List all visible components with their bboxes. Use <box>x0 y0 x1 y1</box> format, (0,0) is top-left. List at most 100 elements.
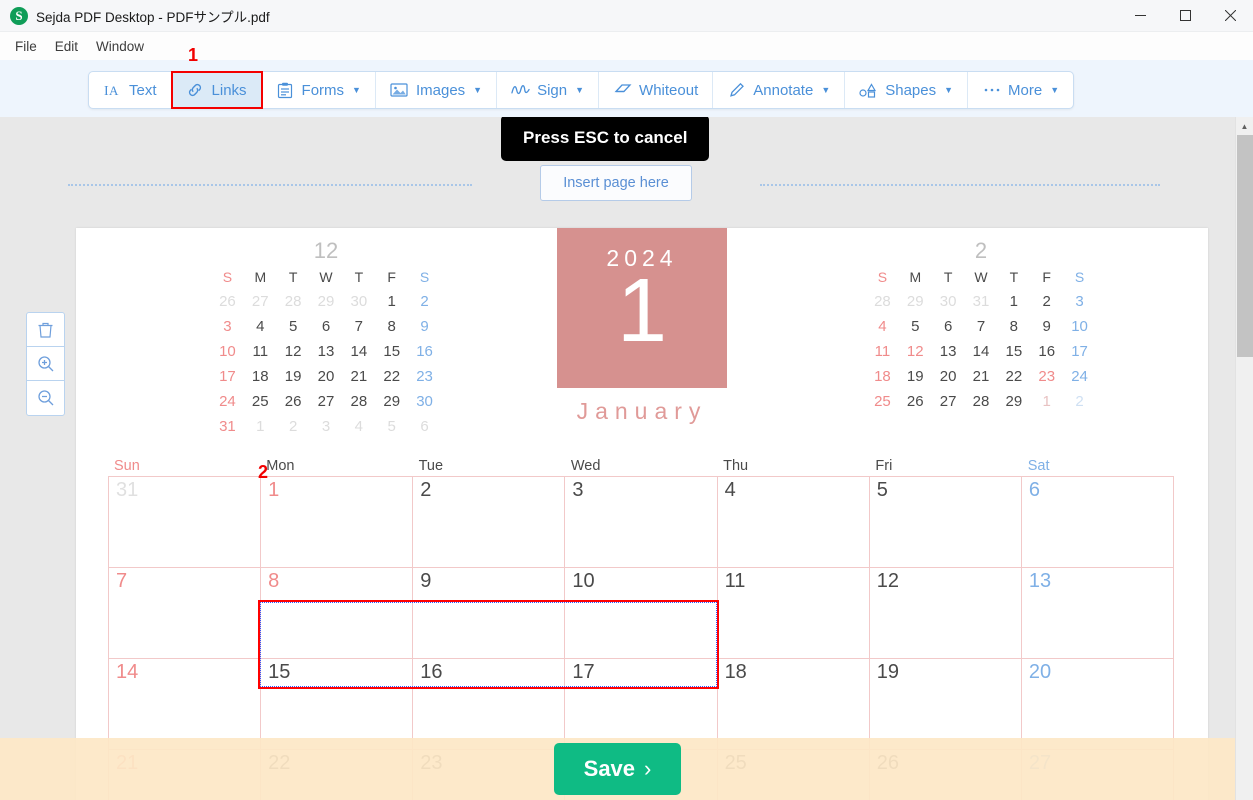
signature-icon <box>511 81 530 100</box>
mini-day-cell: 26 <box>284 393 302 410</box>
mini-day-cell: 2 <box>1075 393 1084 410</box>
mini-day-cell: 20 <box>317 368 335 385</box>
tool-more-label: More <box>1008 81 1043 99</box>
mini-day-cell: 27 <box>317 393 335 410</box>
mini-day-cell: 3 <box>1075 293 1084 310</box>
calendar-date-cell[interactable]: 14 <box>109 659 262 750</box>
tool-text-label: Text <box>129 81 157 99</box>
calendar-date-cell[interactable]: 31 <box>109 477 262 568</box>
mini-calendar-december: 12 S M T W T F S 26 27 28 29 30 1 2 3 4 5 6 7 8 9 10 11 12 13 14 1… <box>211 238 441 435</box>
mini-calendar-next-grid: S M T W T F S 28 29 30 31 1 2 3 4 5 6 7 8 9 10 11 12 13 14 15 16 17… <box>866 269 1096 410</box>
calendar-date-cell[interactable]: 19 <box>869 659 1022 750</box>
pdf-page-canvas[interactable]: 12 S M T W T F S 26 27 28 29 30 1 2 3 4 5 6 7 8 9 10 11 12 13 14 1… <box>76 228 1208 800</box>
calendar-date-cell[interactable]: 11 <box>717 568 870 659</box>
month-name-label: January <box>576 398 708 424</box>
calendar-date-cell[interactable]: 7 <box>109 568 262 659</box>
minimize-icon[interactable] <box>1118 0 1163 32</box>
calendar-date-cell[interactable]: 5 <box>869 477 1022 568</box>
maximize-icon[interactable] <box>1163 0 1208 32</box>
calendar-date-cell[interactable]: 6 <box>1021 477 1174 568</box>
close-icon[interactable] <box>1208 0 1253 32</box>
calendar-date-cell[interactable]: 18 <box>717 659 870 750</box>
tool-links[interactable]: Links <box>170 71 263 109</box>
mini-day-cell: 4 <box>878 318 887 335</box>
mini-day-cell: 24 <box>219 393 236 410</box>
mini-day-header: F <box>1042 269 1051 285</box>
menu-file[interactable]: File <box>6 36 46 57</box>
window-controls <box>1118 0 1253 32</box>
mini-day-cell: 12 <box>284 343 302 360</box>
mini-day-cell: 30 <box>350 293 368 310</box>
link-selection-rectangle[interactable] <box>258 600 719 689</box>
window-title: Sejda PDF Desktop - PDFサンプル.pdf <box>36 9 270 25</box>
delete-page-button[interactable] <box>27 313 64 347</box>
mini-day-cell: 29 <box>906 293 924 310</box>
title-bar: S Sejda PDF Desktop - PDFサンプル.pdf <box>0 0 1253 32</box>
calendar-date-cell[interactable]: 12 <box>869 568 1022 659</box>
mini-day-cell: 18 <box>874 368 891 385</box>
tool-forms[interactable]: Forms ▼ <box>262 72 376 108</box>
mini-day-header: M <box>254 269 267 285</box>
insert-page-here-button[interactable]: Insert page here <box>540 165 692 201</box>
save-button[interactable]: Save › <box>553 743 682 795</box>
scroll-up-arrow-icon[interactable]: ▲ <box>1236 117 1253 135</box>
mini-day-cell: 30 <box>939 293 957 310</box>
calendar-date-cell[interactable]: 1 <box>261 477 414 568</box>
tool-text[interactable]: IA Text <box>89 72 172 108</box>
mini-day-cell: 16 <box>416 343 433 360</box>
mini-day-cell: 1 <box>387 293 396 310</box>
mini-day-cell: 8 <box>387 318 396 335</box>
mini-day-header: W <box>319 269 333 285</box>
mini-day-cell: 2 <box>288 418 298 435</box>
menu-edit[interactable]: Edit <box>46 36 87 57</box>
tool-more[interactable]: More ▼ <box>968 72 1073 108</box>
mini-day-cell: 5 <box>288 318 298 335</box>
mini-day-cell: 27 <box>251 293 269 310</box>
calendar-date-cell[interactable]: 13 <box>1021 568 1174 659</box>
eraser-icon <box>613 81 632 100</box>
tool-whiteout[interactable]: Whiteout <box>599 72 714 108</box>
tool-whiteout-label: Whiteout <box>639 81 699 99</box>
save-button-label: Save <box>583 756 636 781</box>
mini-day-cell: 3 <box>321 418 331 435</box>
highlighter-icon <box>727 81 746 100</box>
tool-annotate[interactable]: Annotate ▼ <box>713 72 846 108</box>
mini-day-cell: 28 <box>284 293 302 310</box>
calendar-day-header: Tue <box>418 458 444 474</box>
tool-sign-label: Sign <box>537 81 568 99</box>
mini-day-cell: 15 <box>383 343 401 360</box>
calendar-date-cell[interactable]: 20 <box>1021 659 1174 750</box>
sejda-pdf-desktop-window: S Sejda PDF Desktop - PDFサンプル.pdf File E… <box>0 0 1253 800</box>
zoom-in-button[interactable] <box>27 347 64 381</box>
mini-day-cell: 16 <box>1038 343 1056 360</box>
trash-icon <box>37 321 54 339</box>
mini-day-cell: 30 <box>416 393 433 410</box>
zoom-out-button[interactable] <box>27 381 64 415</box>
calendar-date-cell[interactable]: 4 <box>717 477 870 568</box>
mini-day-cell: 11 <box>252 343 269 360</box>
mini-day-cell: 31 <box>972 293 990 310</box>
tool-sign[interactable]: Sign ▼ <box>497 72 600 108</box>
calendar-date-cell[interactable]: 2 <box>413 477 566 568</box>
mini-day-cell: 9 <box>420 318 429 335</box>
mini-day-header: S <box>877 269 888 285</box>
mini-day-header: F <box>387 269 396 285</box>
calendar-date-cell[interactable]: 3 <box>565 477 718 568</box>
tool-images[interactable]: Images ▼ <box>376 72 498 108</box>
scrollbar-thumb[interactable] <box>1237 135 1253 357</box>
mini-day-cell: 19 <box>906 368 924 385</box>
tool-shapes[interactable]: Shapes ▼ <box>845 72 969 108</box>
annotation-marker-2: 2 <box>258 462 269 482</box>
shapes-icon <box>859 81 878 100</box>
month-header-block: 2024 1 January <box>557 228 727 425</box>
menu-window[interactable]: Window <box>87 36 153 57</box>
calendar-day-header: Mon <box>266 458 295 474</box>
mini-day-cell: 7 <box>354 318 364 335</box>
form-icon <box>276 81 295 100</box>
mini-day-cell: 4 <box>354 418 364 435</box>
sejda-logo-icon: S <box>10 6 28 25</box>
vertical-scrollbar[interactable]: ▲ <box>1235 117 1253 800</box>
footer-bar: Save › <box>0 738 1235 800</box>
tool-links-label: Links <box>211 81 247 99</box>
mini-day-cell: 28 <box>972 393 990 410</box>
